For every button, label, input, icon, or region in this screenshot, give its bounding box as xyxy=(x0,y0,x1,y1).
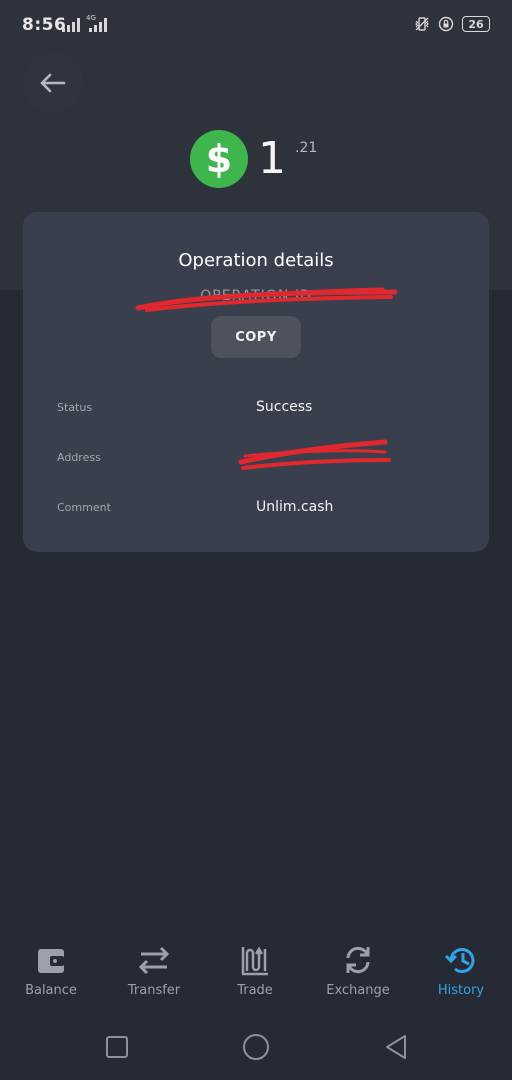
signal-icon xyxy=(62,18,80,32)
arrow-left-icon xyxy=(40,73,66,93)
back-triangle-icon[interactable] xyxy=(381,1032,411,1062)
status-icons: 26 xyxy=(414,16,490,32)
nav-item-balance[interactable]: Balance xyxy=(1,935,101,1005)
nav-item-exchange[interactable]: Exchange xyxy=(308,935,408,1005)
lock-rotation-icon xyxy=(438,16,454,32)
nav-label-balance: Balance xyxy=(25,983,77,998)
status-bar: 8:56 4G 26 xyxy=(0,0,512,52)
exchange-cycle-icon xyxy=(346,946,370,974)
nav-label-trade: Trade xyxy=(237,983,273,998)
trade-chart-icon xyxy=(241,946,268,976)
vibrate-icon xyxy=(415,17,429,31)
nav-item-trade[interactable]: Trade xyxy=(205,935,305,1005)
status-label: Status xyxy=(57,401,93,414)
status-time: 8:56 xyxy=(22,15,67,35)
operation-details-card: Operation details OPERATION ID COPY Stat… xyxy=(23,212,489,552)
comment-label: Comment xyxy=(57,501,111,514)
amount-integer: 1 xyxy=(258,133,286,184)
battery-icon: 26 xyxy=(462,16,490,32)
wallet-icon xyxy=(38,949,64,973)
home-icon[interactable] xyxy=(241,1032,271,1062)
nav-label-history: History xyxy=(437,983,485,998)
nav-label-transfer: Transfer xyxy=(127,983,181,998)
amount-decimal: .21 xyxy=(295,140,318,156)
back-button[interactable] xyxy=(23,53,83,113)
address-redaction-scribble xyxy=(238,439,391,470)
nav-item-history[interactable]: History xyxy=(411,935,511,1005)
bottom-nav: Balance Transfer Trade Exchange History xyxy=(0,935,512,1015)
status-value: Success xyxy=(256,399,313,415)
signal-icon-2 xyxy=(89,18,107,32)
transfer-arrows-icon xyxy=(138,946,170,975)
history-clock-icon xyxy=(444,948,475,973)
currency-symbol: $ xyxy=(205,137,233,181)
address-label: Address xyxy=(57,451,101,464)
system-nav-bar xyxy=(0,1020,512,1072)
card-title: Operation details xyxy=(178,250,334,271)
nav-item-transfer[interactable]: Transfer xyxy=(104,935,204,1005)
recent-apps-icon[interactable] xyxy=(102,1032,132,1062)
dollar-coin-icon: $ xyxy=(190,130,248,188)
operation-id: OPERATION ID xyxy=(200,288,312,304)
comment-value: Unlim.cash xyxy=(256,499,334,515)
copy-button[interactable]: COPY xyxy=(211,316,301,358)
nav-label-exchange: Exchange xyxy=(326,983,390,998)
